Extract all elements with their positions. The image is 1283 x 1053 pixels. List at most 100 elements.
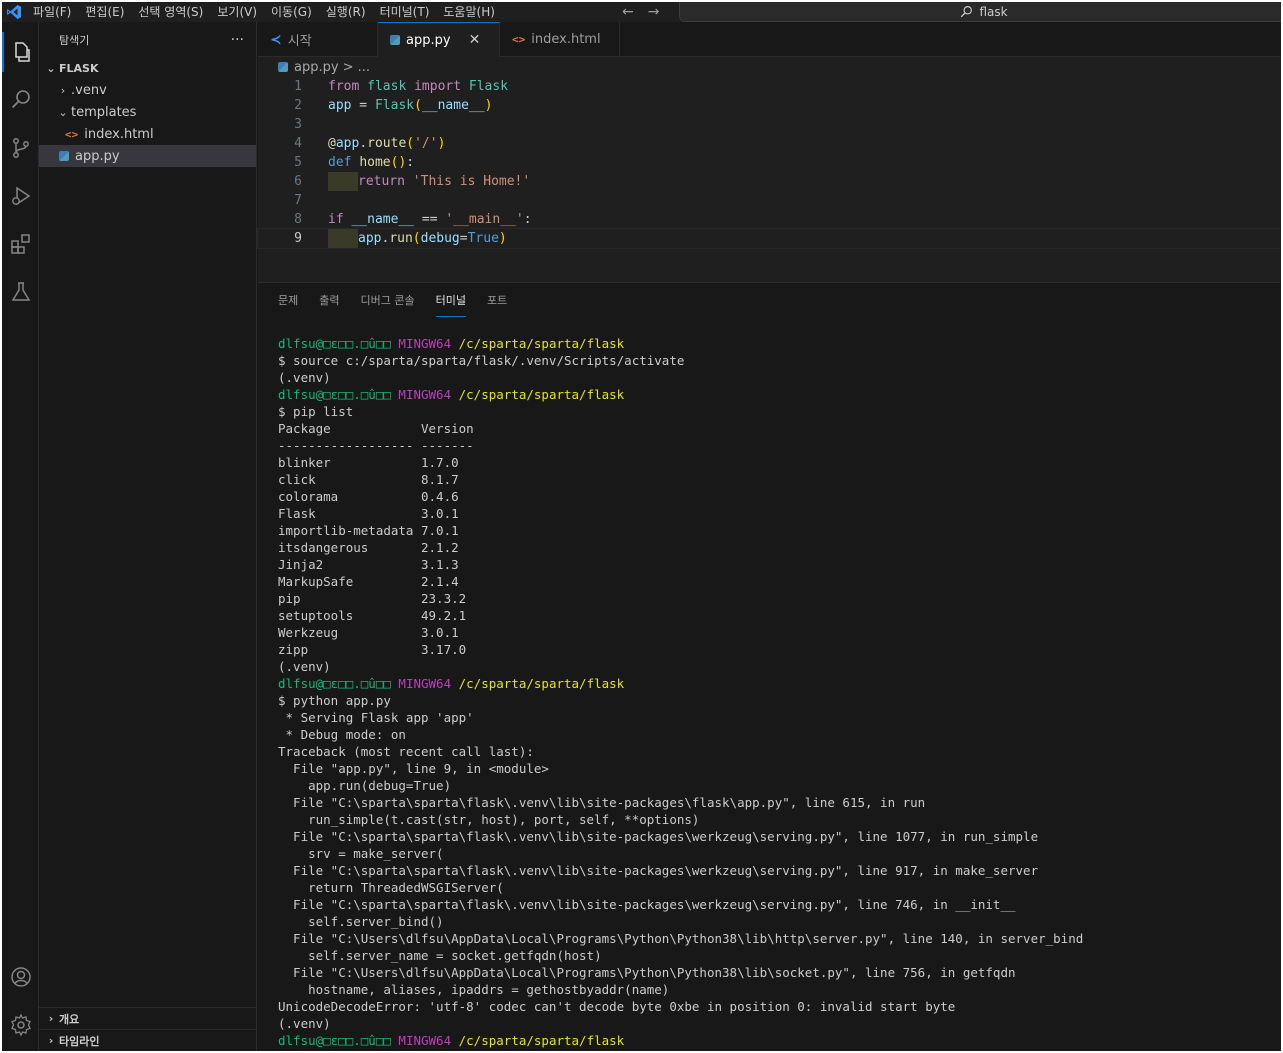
- menu-help[interactable]: 도움말(H): [436, 2, 502, 22]
- code-line-current: 9 app.run(debug=True): [257, 228, 1281, 249]
- folder-label: FLASK: [59, 61, 99, 75]
- terminal-line: zipp 3.17.0: [278, 642, 467, 657]
- code-line: 2 app = Flask(__name__): [258, 96, 1281, 115]
- tab-terminal[interactable]: 터미널: [435, 283, 466, 317]
- terminal-output[interactable]: dlfsu@□ε□□.□û□□ MINGW64 /c/sparta/sparta…: [278, 335, 1083, 1049]
- tab-app-py[interactable]: app.py ✕: [378, 22, 500, 57]
- menu-view[interactable]: 보기(V): [210, 2, 264, 22]
- forward-arrow-icon[interactable]: →: [648, 4, 660, 20]
- terminal-prompt-line: dlfsu@□ε□□.□û□□ MINGW64 /c/sparta/sparta…: [278, 386, 1083, 403]
- more-actions-icon[interactable]: ···: [231, 32, 244, 48]
- line-number: 3: [294, 117, 302, 132]
- terminal-line: * Serving Flask app 'app': [278, 710, 474, 725]
- terminal-line: setuptools 49.2.1: [278, 608, 467, 623]
- terminal-line: Flask 3.0.1: [278, 506, 459, 521]
- tab-ports[interactable]: 포트: [487, 283, 507, 317]
- code-line: 3: [258, 115, 1281, 134]
- tab-index-html[interactable]: <> index.html: [500, 22, 620, 57]
- folder-flask-root[interactable]: ⌄ FLASK: [39, 57, 256, 79]
- breadcrumb-file[interactable]: app.py: [294, 60, 339, 75]
- terminal-line: colorama 0.4.6: [278, 489, 459, 504]
- python-icon: [278, 62, 288, 72]
- tree-item-label: app.py: [75, 148, 120, 164]
- editor-area: ≺ 시작 app.py ✕ <> index.html app.py > ...…: [257, 22, 1281, 282]
- chevron-down-icon: ⌄: [46, 61, 56, 75]
- terminal-line: MarkupSafe 2.1.4: [278, 574, 459, 589]
- terminal-line: pip 23.3.2: [278, 591, 467, 606]
- tree-item-label: index.html: [84, 126, 154, 142]
- back-arrow-icon[interactable]: ←: [622, 4, 634, 20]
- terminal-line: $ pip list: [278, 404, 354, 419]
- terminal-line: click 8.1.7: [278, 472, 459, 487]
- outline-label: 개요: [59, 1012, 80, 1026]
- terminal-line: File "C:\sparta\sparta\flask\.venv\lib\s…: [278, 795, 926, 810]
- menu-go[interactable]: 이동(G): [264, 2, 319, 22]
- code-line: 6 return 'This is Home!': [258, 172, 1281, 191]
- prompt-path: /c/sparta/sparta/flask: [451, 336, 625, 351]
- bottom-panel: 문제 출력 디버그 콘솔 터미널 포트 dlfsu@□ε□□.□û□□ MING…: [258, 282, 1281, 1051]
- run-debug-icon[interactable]: [2, 176, 39, 216]
- terminal-line: self.server_name = socket.getfqdn(host): [278, 948, 602, 963]
- terminal-line: File "C:\sparta\sparta\flask\.venv\lib\s…: [278, 829, 1039, 844]
- tab-label: app.py: [406, 32, 451, 48]
- source-control-icon[interactable]: [2, 128, 39, 168]
- line-number: 5: [294, 155, 302, 170]
- line-number: 4: [294, 136, 302, 151]
- tab-debug-console[interactable]: 디버그 콘솔: [361, 283, 415, 317]
- terminal-line: Jinja2 3.1.3: [278, 557, 459, 572]
- timeline-section[interactable]: › 타임라인: [39, 1029, 257, 1051]
- testing-flask-icon[interactable]: [2, 272, 39, 312]
- tree-item-app-py[interactable]: app.py: [39, 145, 256, 167]
- terminal-line: File "C:\Users\dlfsu\AppData\Local\Progr…: [278, 965, 1016, 980]
- close-icon[interactable]: ✕: [469, 32, 481, 48]
- chevron-right-icon: ›: [48, 1034, 54, 1047]
- terminal-prompt-line: dlfsu@□ε□□.□û□□ MINGW64 /c/sparta/sparta…: [278, 675, 1083, 692]
- manage-gear-icon[interactable]: [2, 1005, 39, 1045]
- terminal-line: UnicodeDecodeError: 'utf-8' codec can't …: [278, 999, 956, 1014]
- terminal-line: Package Version: [278, 421, 474, 436]
- chevron-down-icon: ⌄: [58, 105, 68, 119]
- tab-problems[interactable]: 문제: [278, 283, 298, 317]
- tree-item-index-html[interactable]: <> index.html: [39, 123, 256, 145]
- code-line: 8 if __name__ == '__main__':: [258, 210, 1281, 229]
- tree-item-templates[interactable]: ⌄ templates: [39, 101, 256, 123]
- tree-item-label: templates: [71, 104, 137, 120]
- prompt-env: MINGW64: [390, 336, 452, 351]
- line-number: 6: [294, 174, 302, 189]
- prompt-path: /c/sparta/sparta/flask: [451, 1033, 625, 1048]
- prompt-user: dlfsu@□ε□□.□û□□: [278, 387, 391, 402]
- tree-item-venv[interactable]: › .venv: [39, 79, 256, 101]
- code-line: 1 from flask import Flask: [258, 77, 1281, 96]
- tab-label: index.html: [531, 32, 601, 47]
- prompt-env: MINGW64: [390, 387, 452, 402]
- explorer-header: 탐색기 ···: [39, 22, 256, 57]
- outline-section[interactable]: › 개요: [39, 1007, 257, 1029]
- menu-selection[interactable]: 선택 영역(S): [131, 2, 210, 22]
- terminal-line: File "app.py", line 9, in <module>: [278, 761, 549, 776]
- line-number: 1: [294, 79, 302, 94]
- account-icon[interactable]: [2, 957, 39, 997]
- timeline-label: 타임라인: [59, 1034, 100, 1048]
- prompt-user: dlfsu@□ε□□.□û□□: [278, 1033, 391, 1048]
- search-view-icon[interactable]: [2, 80, 39, 120]
- explorer-icon[interactable]: [2, 32, 39, 72]
- prompt-user: dlfsu@□ε□□.□û□□: [278, 336, 391, 351]
- tab-output[interactable]: 출력: [319, 283, 339, 317]
- menu-file[interactable]: 파일(F): [26, 2, 78, 22]
- command-center-search[interactable]: flask: [679, 2, 1281, 22]
- vscode-window: 파일(F) 편집(E) 선택 영역(S) 보기(V) 이동(G) 실행(R) 터…: [2, 2, 1281, 1051]
- extensions-icon[interactable]: [2, 224, 39, 264]
- terminal-line: app.run(debug=True): [278, 778, 452, 793]
- code-editor[interactable]: 1 from flask import Flask 2 app = Flask(__…: [257, 77, 1281, 249]
- explorer-sidebar: 탐색기 ··· ⌄ FLASK › .venv ⌄ templates <> i…: [39, 22, 257, 1051]
- breadcrumb-rest[interactable]: > ...: [343, 60, 370, 75]
- tab-welcome[interactable]: ≺ 시작: [258, 22, 378, 57]
- terminal-line: importlib-metadata 7.0.1: [278, 523, 459, 538]
- menu-run[interactable]: 실행(R): [319, 2, 373, 22]
- search-icon: [961, 6, 973, 18]
- vscode-logo-icon: [2, 2, 26, 22]
- chevron-right-icon: ›: [60, 83, 66, 97]
- terminal-line: srv = make_server(: [278, 846, 444, 861]
- menu-terminal[interactable]: 터미널(T): [373, 2, 437, 22]
- menu-edit[interactable]: 편집(E): [78, 2, 131, 22]
